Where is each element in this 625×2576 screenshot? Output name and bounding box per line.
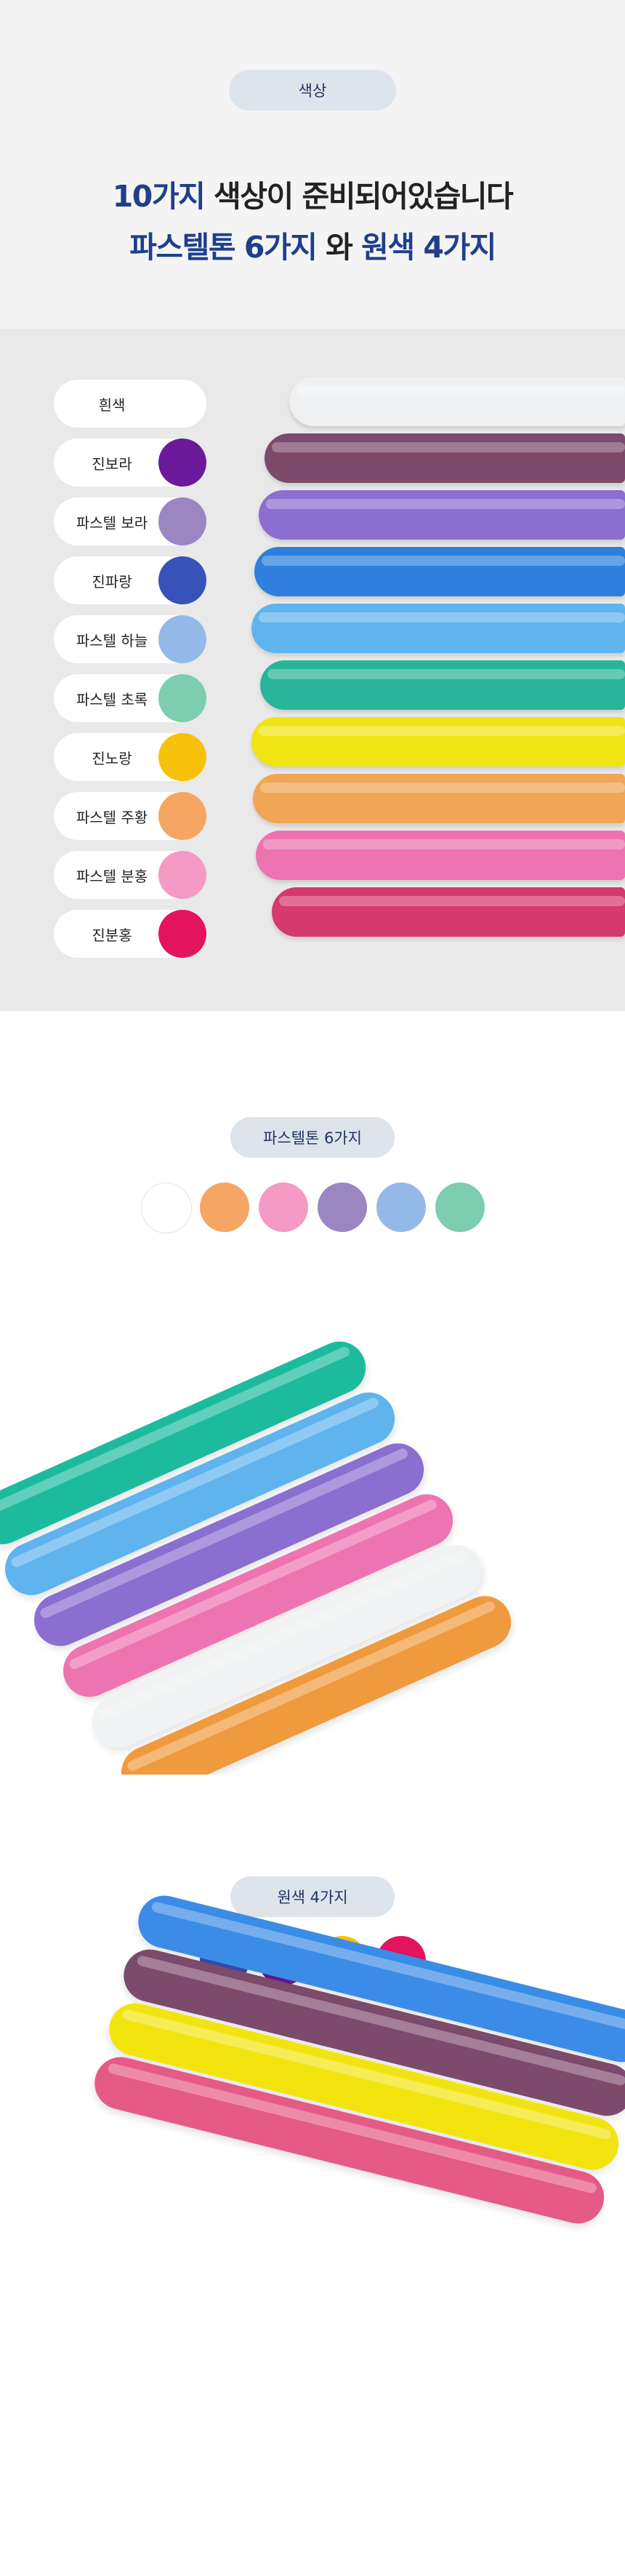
headline-line-2: 파스텔톤 6가지 와 원색 4가지 xyxy=(0,223,625,266)
color-dot xyxy=(158,380,206,428)
headline-rest: 색상이 준비되어있습니다 xyxy=(204,179,514,214)
headline-line-1: 10가지 색상이 준비되어있습니다 xyxy=(0,172,625,215)
color-chip-label: 진보라 xyxy=(92,455,132,473)
color-chip: 파스텔 하늘 xyxy=(54,615,206,663)
headline-primary-count: 원색 4가지 xyxy=(361,230,496,265)
rod xyxy=(253,774,625,823)
color-intro-section: 색상 10가지 색상이 준비되어있습니다 파스텔톤 6가지 와 원색 4가지 xyxy=(0,0,625,329)
rod xyxy=(251,717,625,767)
color-badge: 색상 xyxy=(229,70,396,111)
color-dot xyxy=(158,497,206,545)
color-chip: 진보라 xyxy=(54,439,206,487)
rod xyxy=(272,887,625,937)
color-list-section: 흰색진보라파스텔 보라진파랑파스텔 하늘파스텔 초록진노랑파스텔 주황파스텔 분… xyxy=(0,329,625,1011)
primary-section: 원색 4가지 xyxy=(0,1775,625,2576)
headline-connector: 와 xyxy=(316,230,362,265)
rod xyxy=(254,547,625,596)
color-chip-label: 파스텔 주황 xyxy=(76,808,148,826)
headline-pastel-count: 파스텔톤 6가지 xyxy=(129,230,318,265)
color-chip: 흰색 xyxy=(54,380,206,428)
color-chip: 파스텔 분홍 xyxy=(54,851,206,899)
color-chip: 진파랑 xyxy=(54,556,206,604)
rod xyxy=(259,490,625,540)
color-dot xyxy=(158,556,206,604)
rod xyxy=(256,831,625,880)
color-chip: 파스텔 보라 xyxy=(54,497,206,545)
color-chip-label: 진파랑 xyxy=(92,572,132,591)
primary-product-image xyxy=(0,1775,625,2576)
color-dot xyxy=(158,851,206,899)
color-dot xyxy=(158,733,206,781)
color-chip-label: 진노랑 xyxy=(92,749,132,767)
color-chip: 진분홍 xyxy=(54,910,206,958)
rod xyxy=(289,377,625,426)
color-dot xyxy=(158,792,206,840)
color-dot xyxy=(158,439,206,487)
rod xyxy=(260,660,625,710)
color-dot xyxy=(158,674,206,722)
color-dot xyxy=(158,615,206,663)
color-chip: 파스텔 초록 xyxy=(54,674,206,722)
color-chip: 진노랑 xyxy=(54,733,206,781)
color-chip: 파스텔 주황 xyxy=(54,792,206,840)
color-dot xyxy=(158,910,206,958)
color-chip-label: 파스텔 초록 xyxy=(76,690,148,708)
rod xyxy=(265,433,625,483)
color-chip-label: 파스텔 하늘 xyxy=(76,631,148,649)
headline-accent-count: 10가지 xyxy=(112,179,206,214)
pastel-product-image xyxy=(0,1011,625,1775)
pastel-section: 파스텔톤 6가지 xyxy=(0,1011,625,1775)
color-chip-label: 파스텔 보라 xyxy=(76,513,148,532)
rod xyxy=(251,604,625,653)
color-chip-label: 흰색 xyxy=(98,396,126,414)
color-chip-label: 진분홍 xyxy=(92,926,132,944)
color-chip-label: 파스텔 분홍 xyxy=(76,867,148,885)
